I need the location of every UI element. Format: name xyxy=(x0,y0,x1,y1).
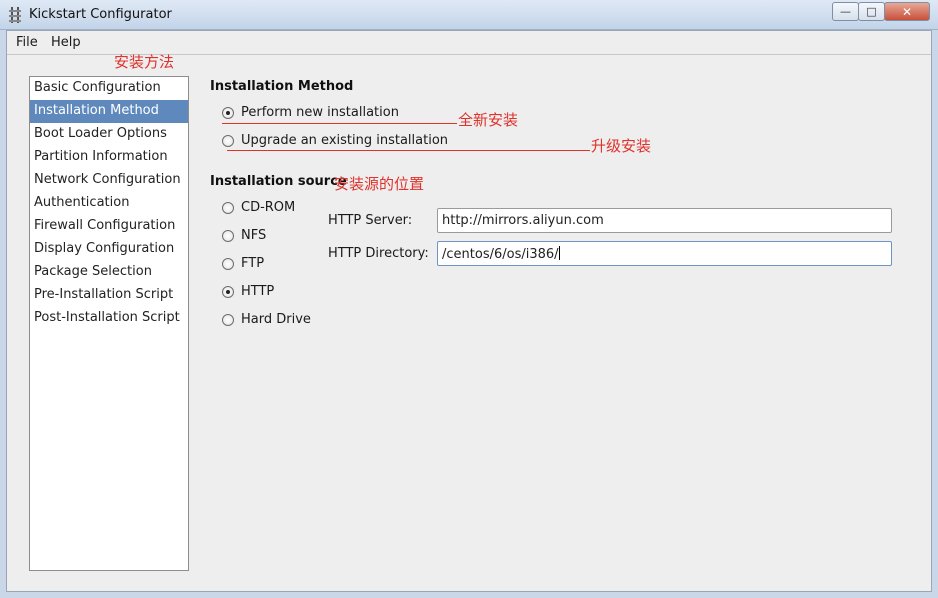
sidebar-item-network-configuration[interactable]: Network Configuration xyxy=(30,169,188,192)
sidebar-item-installation-method[interactable]: Installation Method xyxy=(30,100,188,123)
sidebar-item-basic-configuration[interactable]: Basic Configuration xyxy=(30,77,188,100)
radio-button[interactable] xyxy=(222,257,234,270)
sidebar-item-firewall-configuration[interactable]: Firewall Configuration xyxy=(30,215,188,238)
radio-button-checked[interactable] xyxy=(222,106,234,119)
sidebar-item-pre-installation-script[interactable]: Pre-Installation Script xyxy=(30,284,188,307)
radio-hard-drive[interactable]: Hard Drive xyxy=(222,312,311,327)
radio-label: Upgrade an existing installation xyxy=(241,133,449,148)
annotation-install-method: 安装方法 xyxy=(114,53,175,71)
radio-nfs[interactable]: NFS xyxy=(222,228,266,243)
http-server-value: http://mirrors.aliyun.com xyxy=(442,213,604,228)
radio-label: Hard Drive xyxy=(241,312,311,327)
sidebar-list: Basic Configuration Installation Method … xyxy=(29,76,189,571)
menu-file[interactable]: File xyxy=(16,35,38,50)
annotation-underline-new xyxy=(222,123,457,124)
radio-label: CD-ROM xyxy=(241,200,296,215)
sidebar-item-authentication[interactable]: Authentication xyxy=(30,192,188,215)
window-title: Kickstart Configurator xyxy=(29,7,172,22)
sidebar-item-boot-loader-options[interactable]: Boot Loader Options xyxy=(30,123,188,146)
radio-label: Perform new installation xyxy=(241,105,399,120)
title-bar: Kickstart Configurator — □ ✕ xyxy=(0,0,938,30)
text-caret xyxy=(558,246,560,260)
sidebar-item-package-selection[interactable]: Package Selection xyxy=(30,261,188,284)
radio-ftp[interactable]: FTP xyxy=(222,256,264,271)
sidebar-item-partition-information[interactable]: Partition Information xyxy=(30,146,188,169)
radio-button[interactable] xyxy=(222,201,234,214)
radio-button[interactable] xyxy=(222,134,234,147)
radio-button-checked[interactable] xyxy=(222,285,234,298)
radio-perform-new-installation[interactable]: Perform new installation xyxy=(222,105,399,120)
radio-http[interactable]: HTTP xyxy=(222,284,274,299)
sidebar-item-post-installation-script[interactable]: Post-Installation Script xyxy=(30,307,188,330)
annotation-underline-upgrade xyxy=(227,150,590,151)
radio-button[interactable] xyxy=(222,229,234,242)
http-directory-label: HTTP Directory: xyxy=(328,246,429,261)
sidebar-item-display-configuration[interactable]: Display Configuration xyxy=(30,238,188,261)
radio-cd-rom[interactable]: CD-ROM xyxy=(222,200,295,215)
http-directory-value: /centos/6/os/i386/ xyxy=(442,247,559,262)
radio-label: HTTP xyxy=(241,284,275,299)
app-icon xyxy=(9,7,21,23)
maximize-icon[interactable]: □ xyxy=(858,2,885,21)
radio-label: NFS xyxy=(241,228,267,243)
annotation-new-install: 全新安装 xyxy=(458,111,519,129)
close-icon[interactable]: ✕ xyxy=(884,2,930,21)
annotation-source-location: 安装源的位置 xyxy=(334,175,425,193)
http-server-label: HTTP Server: xyxy=(328,213,413,228)
installation-source-title: Installation source xyxy=(210,174,347,189)
http-directory-input[interactable]: /centos/6/os/i386/ xyxy=(437,241,892,266)
annotation-upgrade-install: 升级安装 xyxy=(591,137,652,155)
main-window: File Help Basic Configuration Installati… xyxy=(6,30,932,592)
radio-upgrade-existing-installation[interactable]: Upgrade an existing installation xyxy=(222,133,448,148)
minimize-icon[interactable]: — xyxy=(832,2,859,21)
radio-button[interactable] xyxy=(222,313,234,326)
http-server-input[interactable]: http://mirrors.aliyun.com xyxy=(437,208,892,233)
installation-method-title: Installation Method xyxy=(210,79,354,94)
menu-help[interactable]: Help xyxy=(51,35,81,50)
radio-label: FTP xyxy=(241,256,265,271)
